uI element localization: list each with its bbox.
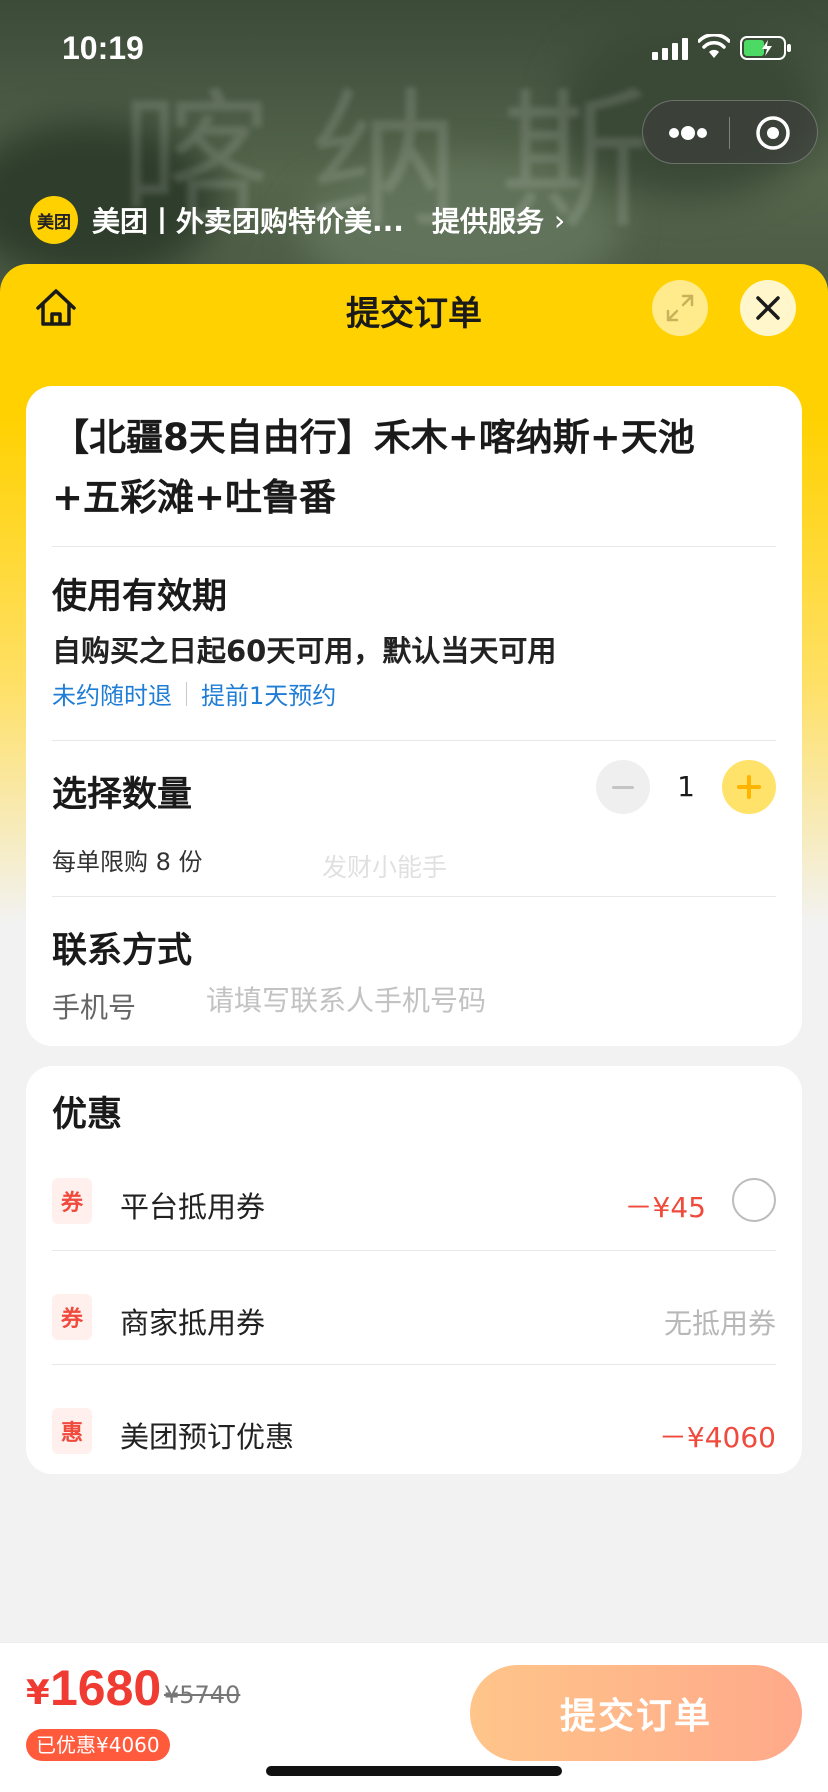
discount-name: 美团预订优惠 xyxy=(120,1420,295,1454)
coupon-badge: 券 xyxy=(52,1178,92,1224)
miniprogram-capsule xyxy=(642,100,818,164)
cellular-signal-icon xyxy=(652,38,688,60)
discount-row-platform-coupon[interactable]: 券 平台抵用券 －¥45 xyxy=(52,1178,776,1238)
expand-button[interactable] xyxy=(652,280,708,336)
service-provider-row[interactable]: 美团 美团丨外卖团购特价美... 提供服务 › xyxy=(30,196,565,244)
divider xyxy=(52,1250,776,1251)
decrease-button[interactable] xyxy=(596,760,650,814)
order-details-card: 【北疆8天自由行】禾木+喀纳斯+天池+五彩滩+吐鲁番 使用有效期 自购买之日起6… xyxy=(26,386,802,1046)
home-indicator[interactable] xyxy=(266,1766,562,1776)
provide-service-label: 提供服务 xyxy=(431,205,544,238)
coupon-radio[interactable] xyxy=(732,1178,776,1222)
contact-heading: 联系方式 xyxy=(52,931,193,971)
validity-heading: 使用有效期 xyxy=(52,577,228,617)
currency-symbol: ¥ xyxy=(26,1673,50,1713)
increase-button[interactable] xyxy=(722,760,776,814)
discount-row-merchant-coupon[interactable]: 券 商家抵用券 无抵用券 xyxy=(52,1294,776,1354)
tag-refund[interactable]: 未约随时退 xyxy=(52,676,172,711)
provider-name: 美团丨外卖团购特价美... xyxy=(92,205,404,238)
original-price: ¥5740 xyxy=(164,1681,241,1709)
order-sheet: 提交订单 【北疆8天自由行】禾木+喀纳斯+天池+五彩滩+吐鲁番 使用有效期 自购… xyxy=(0,264,828,1792)
discount-amount: 无抵用券 xyxy=(663,1307,776,1340)
divider xyxy=(52,1364,776,1365)
product-title: 【北疆8天自由行】禾木+喀纳斯+天池+五彩滩+吐鲁番 xyxy=(52,416,695,519)
purchase-limit: 每单限购 8 份 xyxy=(52,848,203,876)
nav-bar: 提交订单 xyxy=(0,264,828,348)
validity-text: 自购买之日起60天可用，默认当天可用 xyxy=(52,634,557,668)
divider xyxy=(52,546,776,547)
wifi-icon xyxy=(698,34,730,58)
chevron-right-icon: › xyxy=(553,203,566,237)
capsule-divider xyxy=(729,117,730,149)
phone-label: 手机号 xyxy=(52,991,137,1024)
discount-name: 商家抵用券 xyxy=(120,1306,266,1340)
more-options-icon[interactable] xyxy=(663,117,713,149)
coupon-badge: 券 xyxy=(52,1294,92,1340)
battery-icon xyxy=(740,36,791,60)
quantity-value: 1 xyxy=(677,770,695,803)
close-button[interactable] xyxy=(740,280,796,336)
discount-row-booking-offer: 惠 美团预订优惠 －¥4060 xyxy=(52,1408,776,1468)
divider xyxy=(52,896,776,897)
phone-input[interactable] xyxy=(206,976,746,1024)
policy-tags: 未约随时退 提前1天预约 xyxy=(52,676,336,711)
status-time: 10:19 xyxy=(62,30,144,66)
discount-amount: －¥4060 xyxy=(658,1421,776,1454)
close-icon xyxy=(756,296,780,320)
tag-separator xyxy=(186,681,187,706)
watermark-text: 发财小能手 xyxy=(322,853,448,882)
expand-icon xyxy=(666,294,694,322)
discounts-heading: 优惠 xyxy=(52,1095,123,1135)
discounts-card: 优惠 券 平台抵用券 －¥45 券 商家抵用券 无抵用券 惠 美团预订优惠 －¥… xyxy=(26,1066,802,1474)
savings-badge: 已优惠¥4060 xyxy=(26,1729,170,1761)
quantity-stepper: 1 xyxy=(596,760,776,816)
meituan-logo: 美团 xyxy=(30,196,78,244)
total-price: 1680 xyxy=(50,1660,162,1716)
quantity-heading: 选择数量 xyxy=(52,775,193,815)
divider xyxy=(52,740,776,741)
tag-reservation[interactable]: 提前1天预约 xyxy=(201,676,336,711)
close-miniprogram-icon[interactable] xyxy=(753,113,793,153)
discount-name: 平台抵用券 xyxy=(120,1190,266,1224)
discount-amount: －¥45 xyxy=(624,1191,706,1224)
submit-order-button[interactable]: 提交订单 xyxy=(470,1665,802,1761)
status-bar: 10:19 xyxy=(0,0,828,100)
offer-badge: 惠 xyxy=(52,1408,92,1454)
